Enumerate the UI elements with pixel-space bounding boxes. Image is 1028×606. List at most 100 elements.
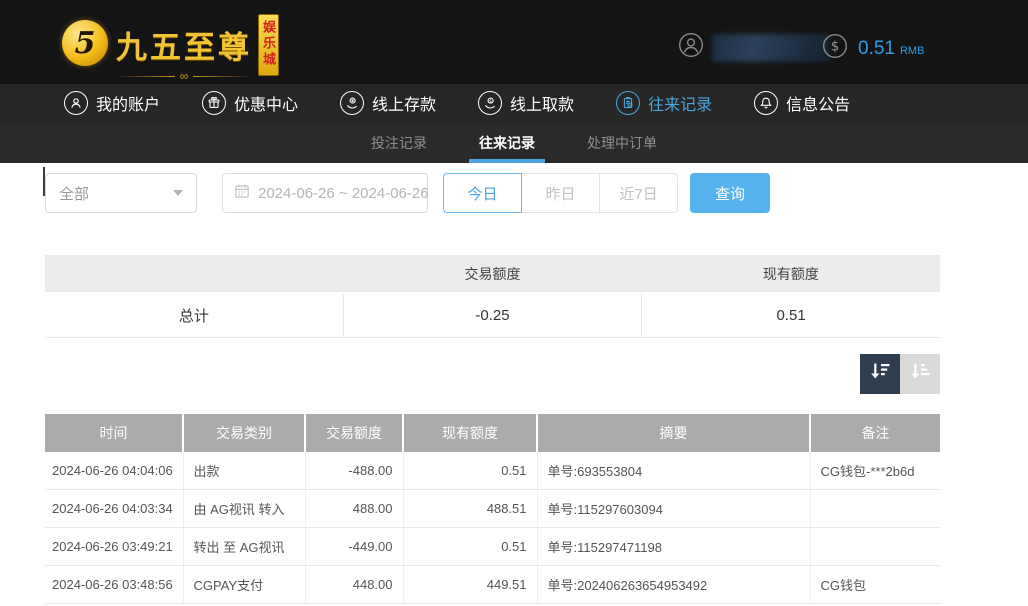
cell-summary: 单号:115297471198 (537, 528, 810, 566)
nav-label: 优惠中心 (234, 91, 298, 115)
cell-time: 2024-06-26 03:49:21 (45, 528, 183, 566)
cell-time: 2024-06-26 04:04:06 (45, 452, 183, 490)
nav-item-withdraw[interactable]: $ 线上取款 (478, 91, 574, 115)
cell-balance: 0.51 (403, 528, 537, 566)
transaction-type-select[interactable]: 全部 (45, 173, 197, 213)
cell-trade-amount: -488.00 (305, 452, 403, 490)
sort-ascending-icon (909, 360, 931, 387)
cell-trade-amount: 448.00 (305, 566, 403, 604)
summary-header-row: 交易额度 现有额度 (45, 255, 940, 293)
col-time: 时间 (45, 414, 183, 452)
summary-col-trade-amount: 交易额度 (343, 255, 641, 293)
records-icon (616, 91, 640, 115)
cell-type: 由 AG视讯 转入 (183, 490, 305, 528)
tab-transaction-records[interactable]: 往来记录 (473, 122, 541, 163)
svg-text:$: $ (831, 40, 839, 55)
balance-amount: 0.51 (858, 38, 895, 60)
date-range-input[interactable]: 2024-06-26 ~ 2024-06-26 (222, 173, 428, 213)
cell-balance: 449.51 (403, 566, 537, 604)
wallet-balance[interactable]: $ 0.51 RMB (822, 33, 924, 64)
nav-item-deposit[interactable]: 线上存款 (340, 91, 436, 115)
text-cursor (43, 167, 45, 196)
main-content: 全部 2024-06-26 ~ 2024-06-26 今日 昨日 近7日 查询 (45, 173, 940, 604)
balance-currency: RMB (900, 45, 924, 57)
site-logo[interactable]: 5 九五至尊 ∞ 娱乐城 (62, 12, 279, 82)
flourish-ornament-icon: ∞ (116, 70, 252, 82)
nav-label: 往来记录 (648, 91, 712, 115)
summary-col-empty (45, 255, 343, 293)
summary-total-trade-amount: -0.25 (343, 293, 641, 337)
nav-item-transaction-records[interactable]: 往来记录 (616, 91, 712, 115)
subtab-label: 处理中订单 (587, 133, 657, 153)
cell-summary: 单号:115297603094 (537, 490, 810, 528)
coin-logo-icon: 5 (62, 20, 108, 66)
bell-icon (754, 91, 778, 115)
table-row: 2024-06-26 03:49:21 转出 至 AG视讯 -449.00 0.… (45, 528, 940, 566)
nav-item-my-account[interactable]: 我的账户 (64, 91, 160, 115)
user-circle-icon (64, 91, 88, 115)
withdraw-icon: $ (478, 91, 502, 115)
col-type: 交易类别 (183, 414, 305, 452)
chevron-down-icon (173, 190, 183, 196)
tab-bet-records[interactable]: 投注记录 (365, 122, 433, 163)
dollar-coin-icon: $ (822, 33, 848, 64)
sort-controls (45, 354, 940, 394)
main-navbar: 我的账户 优惠中心 线上存款 $ (0, 84, 1028, 122)
subtab-label: 往来记录 (479, 133, 535, 153)
nav-item-promotions[interactable]: 优惠中心 (202, 91, 298, 115)
transactions-table: 时间 交易类别 交易额度 现有额度 摘要 备注 2024-06-26 04:04… (45, 414, 940, 605)
cell-summary: 单号:202406263654953492 (537, 566, 810, 604)
select-value: 全部 (59, 183, 89, 204)
user-icon (678, 32, 704, 63)
records-subnav: 投注记录 往来记录 处理中订单 (0, 122, 1028, 163)
sort-descending-button[interactable] (860, 354, 900, 394)
cell-trade-amount: -449.00 (305, 528, 403, 566)
table-header-row: 时间 交易类别 交易额度 现有额度 摘要 备注 (45, 414, 940, 452)
gift-icon (202, 91, 226, 115)
cell-balance: 0.51 (403, 452, 537, 490)
col-note: 备注 (810, 414, 940, 452)
date-range-value: 2024-06-26 ~ 2024-06-26 (258, 185, 429, 202)
col-summary: 摘要 (537, 414, 810, 452)
nav-label: 线上存款 (372, 91, 436, 115)
nav-item-announcements[interactable]: 信息公告 (754, 91, 850, 115)
cell-type: 出款 (183, 452, 305, 490)
cell-note: CG钱包-***2b6d (810, 452, 940, 490)
cell-balance: 488.51 (403, 490, 537, 528)
cell-time: 2024-06-26 04:03:34 (45, 490, 183, 528)
cell-note (810, 528, 940, 566)
calendar-icon (234, 183, 250, 203)
masked-username (712, 34, 830, 62)
nav-label: 信息公告 (786, 91, 850, 115)
filter-bar: 全部 2024-06-26 ~ 2024-06-26 今日 昨日 近7日 查询 (45, 173, 940, 213)
range-today-button[interactable]: 今日 (443, 173, 522, 213)
summary-total-row: 总计 -0.25 0.51 (45, 293, 940, 337)
range-yesterday-button[interactable]: 昨日 (521, 173, 600, 213)
cell-type: CGPAY支付 (183, 566, 305, 604)
cell-note: CG钱包 (810, 566, 940, 604)
cell-summary: 单号:693553804 (537, 452, 810, 490)
summary-table: 交易额度 现有额度 总计 -0.25 0.51 (45, 255, 940, 338)
quick-range-group: 今日 昨日 近7日 (443, 173, 678, 213)
range-last7days-button[interactable]: 近7日 (599, 173, 678, 213)
brand-badge: 娱乐城 (258, 14, 279, 76)
table-row: 2024-06-26 04:03:34 由 AG视讯 转入 488.00 488… (45, 490, 940, 528)
summary-col-balance: 现有额度 (642, 255, 940, 293)
site-header: 5 九五至尊 ∞ 娱乐城 $ 0.51 R (0, 0, 1028, 84)
summary-total-label: 总计 (45, 293, 343, 337)
user-account-chip[interactable] (678, 32, 830, 63)
brand-name: 九五至尊 (116, 22, 252, 67)
table-row: 2024-06-26 03:48:56 CGPAY支付 448.00 449.5… (45, 566, 940, 604)
search-button[interactable]: 查询 (690, 173, 770, 213)
sort-ascending-button[interactable] (900, 354, 940, 394)
tab-pending-orders[interactable]: 处理中订单 (581, 122, 663, 163)
nav-label: 线上取款 (510, 91, 574, 115)
cell-trade-amount: 488.00 (305, 490, 403, 528)
cell-type: 转出 至 AG视讯 (183, 528, 305, 566)
subtab-label: 投注记录 (371, 133, 427, 153)
deposit-icon (340, 91, 364, 115)
cell-note (810, 490, 940, 528)
cell-time: 2024-06-26 03:48:56 (45, 566, 183, 604)
summary-total-balance: 0.51 (642, 293, 940, 337)
svg-text:$: $ (489, 98, 492, 104)
